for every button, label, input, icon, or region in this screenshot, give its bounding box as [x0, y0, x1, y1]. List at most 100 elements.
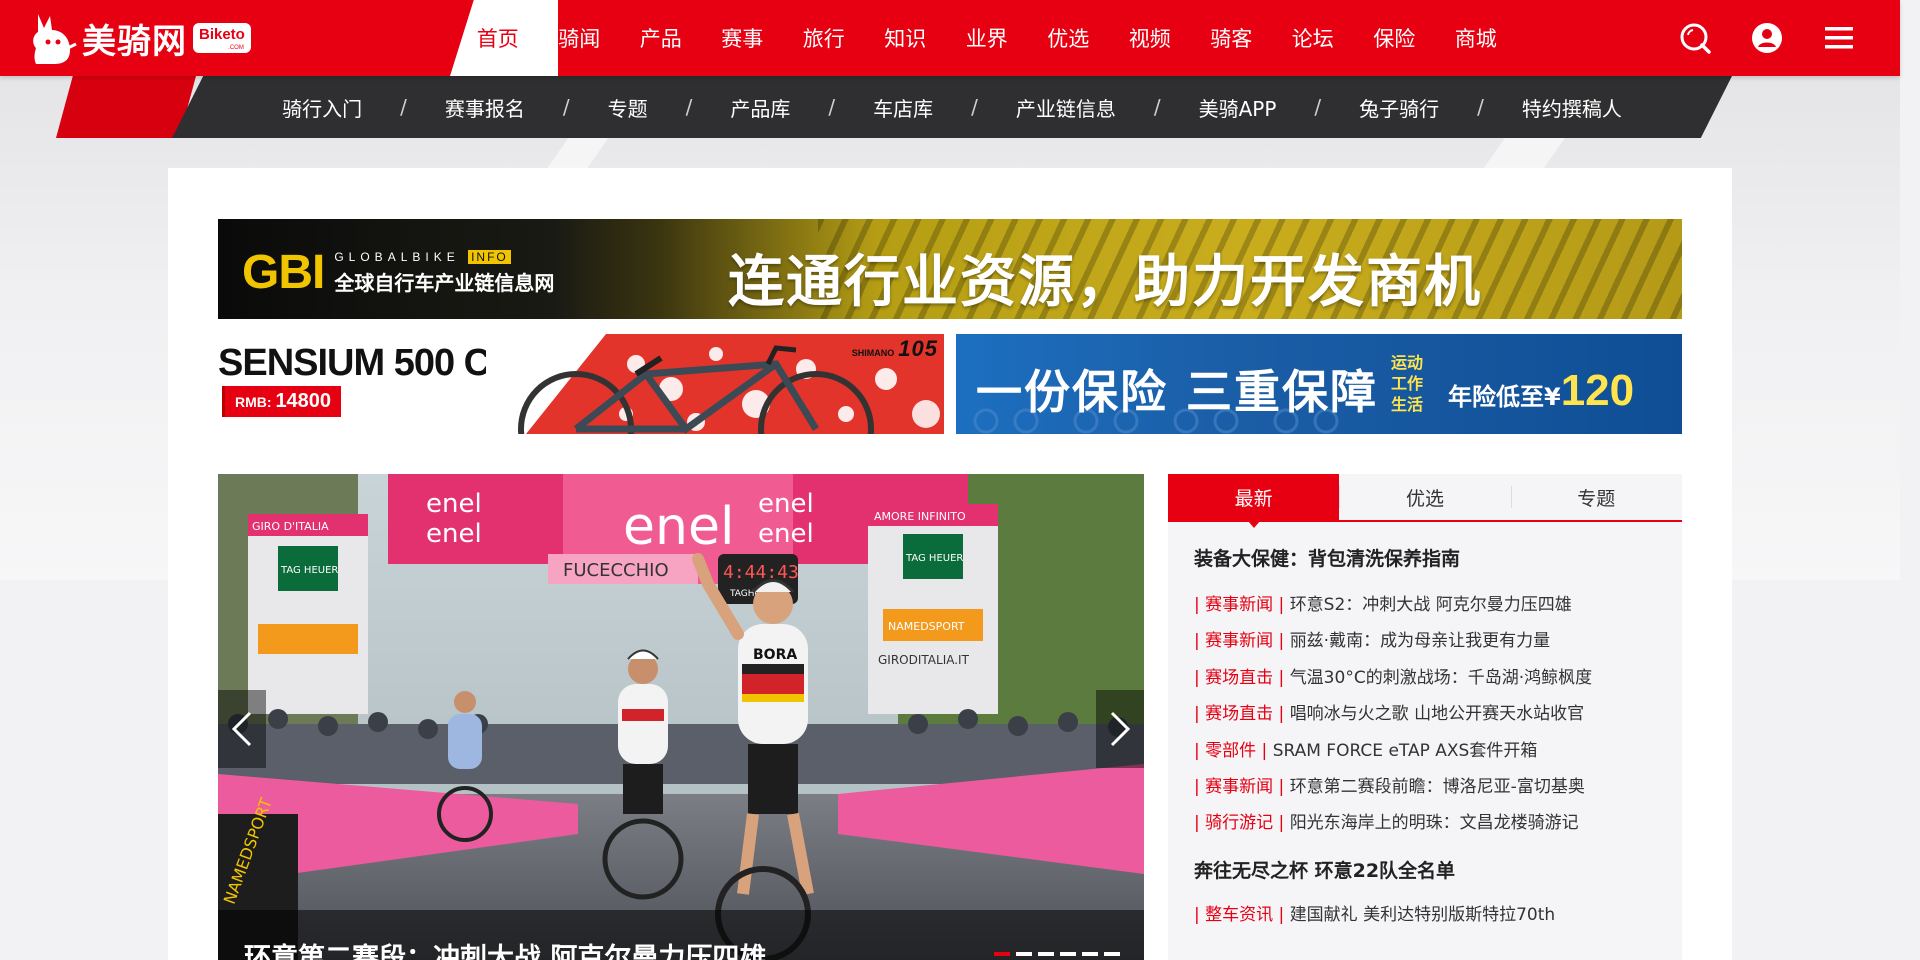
slide-caption-link[interactable]: 环意第二赛段：冲刺大战 阿克尔曼力压四雄	[244, 936, 766, 960]
nav-item-news[interactable]: 骑闻	[532, 0, 614, 76]
gbi-banner-ad[interactable]: GBI GLOBALBIKE INFO 全球自行车产业链信息网 连通行业资源，助…	[218, 219, 1682, 319]
news-item[interactable]: | 赛事新闻 | 环意S2：冲刺大战 阿克尔曼力压四雄	[1194, 587, 1664, 623]
logo-text: 美骑网	[82, 21, 187, 62]
gbi-logo-text: GBI	[242, 246, 325, 299]
slider-dot[interactable]	[1060, 952, 1076, 956]
logo-badge: Biketo .COM	[193, 23, 251, 53]
news-item[interactable]: | 赛事新闻 | 环意第二赛段前瞻：博洛尼亚-富切基奥	[1194, 769, 1664, 805]
arch-town-text: FUCECCHIO	[563, 560, 669, 581]
subnav-item-contributors[interactable]: 特约撰稿人	[1518, 93, 1626, 122]
tab-topics[interactable]: 专题	[1510, 474, 1682, 520]
subnav-separator: /	[971, 95, 978, 119]
nav-item-forum[interactable]: 论坛	[1265, 0, 1347, 76]
subnav-separator: /	[1477, 95, 1484, 119]
sensium-title-bold: SENSIUM	[218, 342, 385, 384]
nav-item-insurance[interactable]: 保险	[1347, 0, 1429, 76]
site-logo[interactable]: 美骑网 Biketo .COM	[28, 10, 251, 66]
news-item[interactable]: | 赛场直击 | 气温30°C的刺激战场：千岛湖·鸿鲸枫度	[1194, 660, 1664, 696]
sensium-title: SENSIUM 500 CP	[218, 342, 515, 385]
sub-navigation: 骑行入门 / 赛事报名 / 专题 / 产品库 / 车店库 / 产业链信息 / 美…	[0, 76, 1920, 138]
header-actions	[1678, 0, 1856, 76]
subnav-separator: /	[1153, 95, 1161, 119]
nav-item-video[interactable]: 视频	[1102, 0, 1184, 76]
news-item[interactable]: | 赛事新闻 | 丽兹·戴南：成为母亲让我更有力量	[1194, 623, 1664, 659]
news-item[interactable]: | 零部件 | SRAM FORCE eTAP AXS套件开箱	[1194, 733, 1664, 769]
chevron-left-icon	[231, 711, 252, 747]
news-headline[interactable]: 装备大保健：背包清洗保养指南	[1194, 544, 1664, 571]
nav-item-products[interactable]: 产品	[613, 0, 695, 76]
slider-prev-button[interactable]	[218, 690, 266, 768]
slider-pagination	[994, 952, 1120, 956]
nav-item-events[interactable]: 赛事	[695, 0, 777, 76]
menu-icon[interactable]	[1822, 21, 1856, 55]
nav-item-selected[interactable]: 优选	[1021, 0, 1103, 76]
insurance-price-value: 120	[1560, 366, 1635, 415]
sensium-banner-ad[interactable]: SENSIUM 500 CP RMB: 14800 SHIMANO 105	[218, 334, 944, 434]
gbi-logo-right: GLOBALBIKE INFO 全球自行车产业链信息网	[334, 249, 555, 296]
arch-sponsor-text: enel	[623, 497, 734, 557]
subnav-bar: 骑行入门 / 赛事报名 / 专题 / 产品库 / 车店库 / 产业链信息 / 美…	[172, 76, 1732, 138]
arch-sponsor-text: enel	[758, 519, 814, 549]
news-item[interactable]: | 赛场直击 | 唱响冰与火之歌 山地公开赛天水站收官	[1194, 696, 1664, 732]
news-item[interactable]: | 整车资讯 | 建国献礼 美利达特别版斯特拉70th	[1194, 897, 1664, 933]
news-panel: 最新 优选 专题 装备大保健：背包清洗保养指南 | 赛事新闻 | 环意S2：冲刺…	[1168, 474, 1682, 960]
subnav-item-beginner[interactable]: 骑行入门	[278, 93, 366, 122]
news-title: 气温30°C的刺激战场：千岛湖·鸿鲸枫度	[1289, 667, 1593, 688]
gbi-brand-subtitle: 全球自行车产业链信息网	[334, 270, 555, 295]
featured-slider[interactable]: enel enel enel enel enel FUCECCHIO 4:44:…	[218, 474, 1144, 960]
slide-image: enel enel enel enel enel FUCECCHIO 4:44:…	[218, 474, 1144, 960]
nav-item-home[interactable]: 首页	[450, 0, 532, 76]
gbi-info-tag: INFO	[468, 249, 511, 264]
slider-dot[interactable]	[1016, 952, 1032, 956]
logo-badge-text: Biketo	[199, 26, 245, 43]
giro-text: GIRO D'ITALIA	[252, 520, 329, 533]
news-item[interactable]: | 骑行游记 | 阳光东海岸上的明珠：文昌龙楼骑游记	[1194, 805, 1664, 841]
news-category: | 赛事新闻 |	[1194, 631, 1290, 652]
slider-dot[interactable]	[1104, 952, 1120, 956]
news-title: 环意第二赛段前瞻：博洛尼亚-富切基奥	[1289, 777, 1585, 798]
race-clock-text: 4:44:43	[723, 562, 799, 583]
slider-dot[interactable]	[1038, 952, 1054, 956]
nav-item-knowledge[interactable]: 知识	[858, 0, 940, 76]
user-icon[interactable]	[1750, 21, 1784, 55]
news-category: | 赛事新闻 |	[1194, 777, 1290, 798]
insurance-price: 年险低至¥120	[1448, 366, 1634, 416]
subnav-accent	[56, 76, 196, 138]
subnav-item-topics[interactable]: 专题	[604, 93, 652, 122]
subnav-item-registration[interactable]: 赛事报名	[441, 93, 529, 122]
insurance-slogan: 一份保险 三重保障	[976, 365, 1379, 419]
arch-sponsor-text: enel	[758, 489, 814, 519]
gbi-brand-line: GLOBALBIKE INFO	[334, 249, 554, 264]
news-category: | 赛场直击 |	[1194, 704, 1290, 725]
news-headline[interactable]: 奔往无尽之杯 环意22队全名单	[1194, 856, 1664, 883]
tab-latest[interactable]: 最新	[1168, 474, 1340, 528]
nav-item-shop[interactable]: 商城	[1428, 0, 1510, 76]
gbi-logo: GBI GLOBALBIKE INFO 全球自行车产业链信息网	[242, 245, 554, 300]
subnav-item-product-library[interactable]: 产品库	[726, 93, 794, 122]
insurance-banner-ad[interactable]: 一份保险 三重保障 运动 工作 生活 年险低至¥120	[956, 334, 1682, 434]
nav-item-industry[interactable]: 业界	[939, 0, 1021, 76]
subnav-item-store-library[interactable]: 车店库	[869, 93, 937, 122]
slider-dot[interactable]	[1082, 952, 1098, 956]
insurance-tag: 运动	[1391, 353, 1424, 372]
main-content: GBI GLOBALBIKE INFO 全球自行车产业链信息网 连通行业资源，助…	[168, 168, 1732, 960]
amore-text: AMORE INFINITO	[874, 510, 966, 523]
search-icon[interactable]	[1678, 21, 1712, 55]
arch-sponsor-text: enel	[426, 489, 482, 519]
nav-item-travel[interactable]: 旅行	[776, 0, 858, 76]
subnav-separator: /	[828, 95, 836, 119]
arch-sponsor-text: enel	[426, 519, 482, 549]
news-list: 装备大保健：背包清洗保养指南 | 赛事新闻 | 环意S2：冲刺大战 阿克尔曼力压…	[1194, 544, 1664, 933]
tab-selected[interactable]: 优选	[1339, 474, 1511, 520]
subnav-item-app[interactable]: 美骑APP	[1195, 93, 1281, 122]
news-category: | 赛场直击 |	[1194, 667, 1290, 688]
slider-dot[interactable]	[994, 952, 1010, 956]
nav-item-riders[interactable]: 骑客	[1184, 0, 1266, 76]
shimano-model: 105	[898, 336, 938, 361]
slider-next-button[interactable]	[1096, 690, 1144, 768]
logo-badge-subtext: .COM	[228, 45, 244, 51]
insurance-price-label: 年险低至¥	[1448, 383, 1561, 411]
subnav-item-industry-chain[interactable]: 产业链信息	[1012, 93, 1120, 122]
news-category: | 骑行游记 |	[1194, 813, 1290, 834]
subnav-item-rabbit-riding[interactable]: 兔子骑行	[1355, 93, 1443, 122]
